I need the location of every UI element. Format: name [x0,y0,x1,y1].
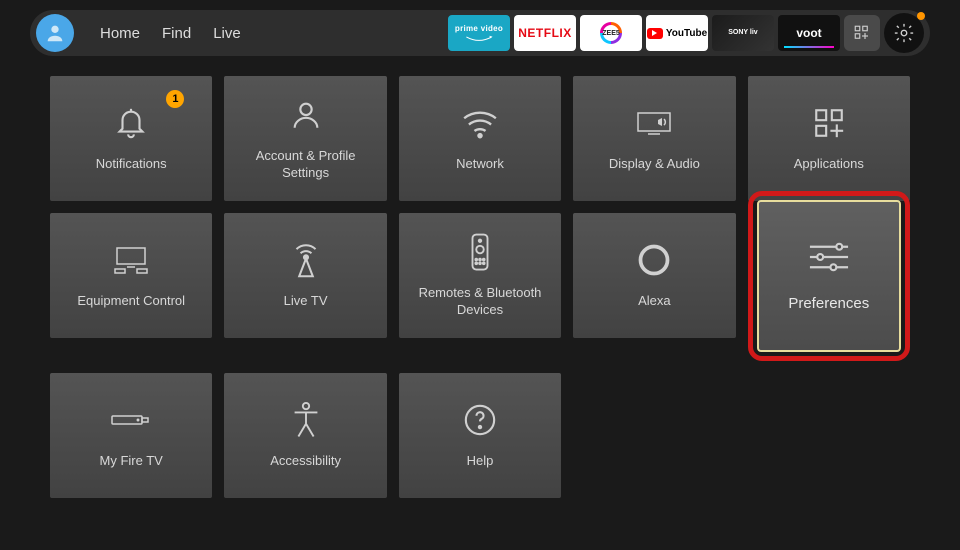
underline-icon [784,46,834,48]
tile-livetv[interactable]: Live TV [224,213,386,338]
smile-icon [465,35,493,43]
alexa-ring-icon [636,242,672,278]
tile-remotes[interactable]: Remotes & Bluetooth Devices [399,213,561,338]
tv-audio-icon [634,108,674,138]
tile-applications[interactable]: Applications [748,76,910,201]
sliders-icon [807,239,851,275]
nav-home[interactable]: Home [100,25,140,42]
app-netflix[interactable]: NETFLIX [514,15,576,51]
person-circle-icon [289,98,323,132]
tile-alexa[interactable]: Alexa [573,213,735,338]
equipment-icon [111,243,151,277]
app-label: prime video [455,24,503,33]
remote-icon [469,232,491,272]
person-icon [44,22,66,44]
app-label: voot [796,26,821,40]
tile-label: Account & Profile Settings [224,148,386,182]
accessibility-icon [290,401,322,439]
tile-label: Live TV [276,293,336,310]
app-youtube[interactable]: YouTube [646,15,708,51]
tile-notifications[interactable]: 1 Notifications [50,76,212,201]
app-voot[interactable]: voot [778,15,840,51]
app-label: YouTube [666,28,707,39]
tile-label: My Fire TV [92,453,171,470]
tile-label: Notifications [88,156,175,173]
top-bar: Home Find Live prime video NETFLIX ZEE5 … [30,10,930,56]
tile-accessibility[interactable]: Accessibility [224,373,386,498]
bell-icon [114,106,148,140]
tile-label: Preferences [780,294,877,314]
gear-icon [893,22,915,44]
nav-find[interactable]: Find [162,25,191,42]
apps-icon [812,106,846,140]
all-apps-button[interactable] [844,15,880,51]
wifi-icon [461,106,499,140]
tile-label: Alexa [630,293,679,310]
tile-label: Display & Audio [601,156,708,173]
tile-display[interactable]: Display & Audio [573,76,735,201]
profile-avatar[interactable] [36,14,74,52]
app-label: ZEE5 [603,25,619,41]
tile-label: Help [459,453,502,470]
app-shortcuts: prime video NETFLIX ZEE5 YouTube SONY li… [448,13,924,53]
notification-badge: 1 [166,90,184,108]
nav-live[interactable]: Live [213,25,241,42]
tile-label: Applications [786,156,872,173]
tile-account[interactable]: Account & Profile Settings [224,76,386,201]
app-sonyliv[interactable]: SONY liv [712,15,774,51]
settings-grid: 1 Notifications Account & Profile Settin… [0,56,960,498]
app-label: SONY liv [728,29,757,37]
tile-preferences-highlighted[interactable]: Preferences [748,191,910,361]
tile-network[interactable]: Network [399,76,561,201]
stick-icon [110,410,152,430]
tile-label: Network [448,156,512,173]
tile-equipment[interactable]: Equipment Control [50,213,212,338]
tile-help[interactable]: Help [399,373,561,498]
tile-label: Equipment Control [69,293,193,310]
app-primevideo[interactable]: prime video [448,15,510,51]
help-icon [463,403,497,437]
app-zee5[interactable]: ZEE5 [580,15,642,51]
tile-myfiretv[interactable]: My Fire TV [50,373,212,498]
apps-grid-icon [853,24,871,42]
notification-dot-icon [917,12,925,20]
settings-button[interactable] [884,13,924,53]
play-icon [647,28,663,39]
tile-label: Remotes & Bluetooth Devices [399,285,561,319]
nav-links: Home Find Live [100,25,241,42]
tile-label: Accessibility [262,453,349,470]
antenna-icon [289,241,323,279]
